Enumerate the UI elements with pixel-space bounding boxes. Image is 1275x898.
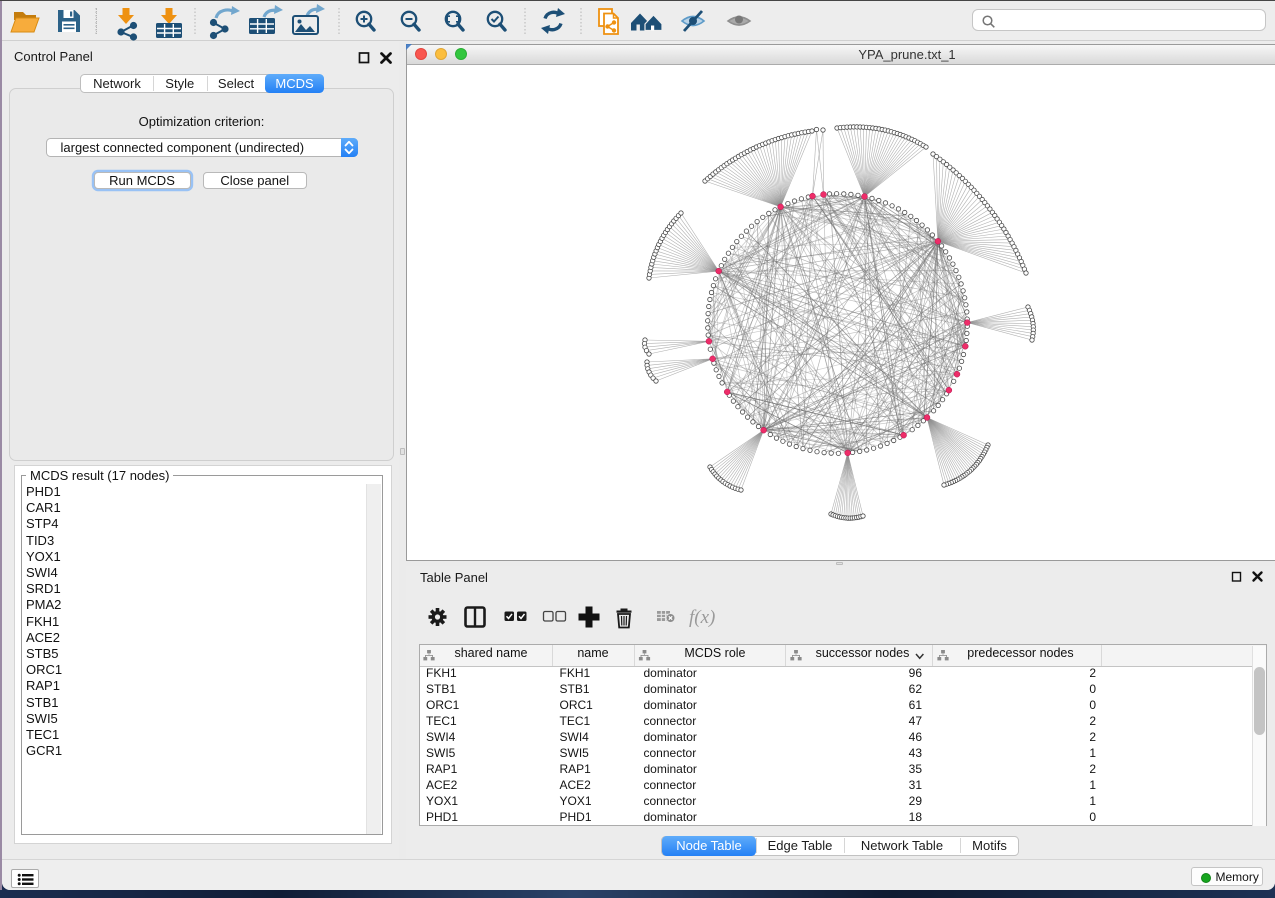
svg-text:f(x): f(x) (689, 607, 715, 628)
